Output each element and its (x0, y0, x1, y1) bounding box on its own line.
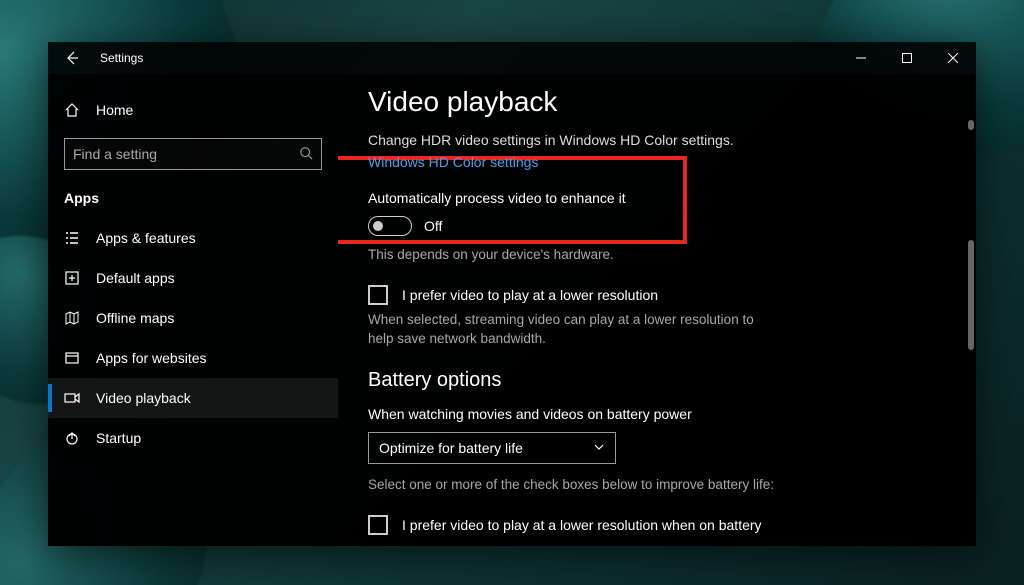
battery-dropdown-value: Optimize for battery life (379, 440, 523, 456)
search-box[interactable] (64, 138, 322, 170)
sidebar-item-label: Apps for websites (96, 350, 207, 366)
auto-enhance-toggle[interactable] (368, 216, 412, 236)
content-area: Video playback Change HDR video settings… (338, 74, 976, 546)
auto-enhance-hint: This depends on your device's hardware. (368, 246, 926, 265)
startup-icon (64, 430, 80, 446)
battery-label: When watching movies and videos on batte… (368, 406, 926, 422)
hdr-link[interactable]: Windows HD Color settings (368, 154, 538, 170)
sidebar-home[interactable]: Home (48, 90, 338, 130)
sidebar-item-video-playback[interactable]: Video playback (48, 378, 338, 418)
page-heading: Video playback (368, 86, 926, 118)
sidebar-home-label: Home (96, 102, 133, 118)
battery-hint: Select one or more of the check boxes be… (368, 476, 926, 495)
hdr-description: Change HDR video settings in Windows HD … (368, 132, 926, 148)
websites-icon (64, 350, 80, 366)
battery-heading: Battery options (368, 369, 926, 392)
titlebar: Settings (48, 42, 976, 74)
back-button[interactable] (48, 42, 96, 74)
sidebar-item-startup[interactable]: Startup (48, 418, 338, 458)
sidebar-item-apps-features[interactable]: Apps & features (48, 218, 338, 258)
sidebar-item-offline-maps[interactable]: Offline maps (48, 298, 338, 338)
battery-lowres-checkbox[interactable] (368, 515, 388, 535)
close-button[interactable] (930, 42, 976, 74)
home-icon (64, 102, 80, 118)
battery-dropdown[interactable]: Optimize for battery life (368, 432, 616, 464)
maximize-button[interactable] (884, 42, 930, 74)
sidebar-item-label: Video playback (96, 390, 191, 406)
sidebar-category: Apps (48, 182, 338, 218)
scrollbar[interactable] (964, 120, 974, 540)
search-icon (299, 146, 313, 163)
video-icon (64, 390, 80, 406)
sidebar-item-label: Offline maps (96, 310, 174, 326)
window-title: Settings (100, 51, 143, 65)
sidebar-item-label: Default apps (96, 270, 175, 286)
settings-window: Settings Home (48, 42, 976, 546)
battery-lowres-label: I prefer video to play at a lower resolu… (402, 517, 762, 533)
lowres-hint: When selected, streaming video can play … (368, 311, 768, 349)
search-input[interactable] (73, 146, 299, 162)
map-icon (64, 310, 80, 326)
auto-enhance-state: Off (424, 218, 442, 234)
sidebar-item-label: Startup (96, 430, 141, 446)
sidebar-item-default-apps[interactable]: Default apps (48, 258, 338, 298)
chevron-down-icon (593, 440, 605, 456)
auto-enhance-label: Automatically process video to enhance i… (368, 190, 926, 206)
sidebar-item-apps-for-websites[interactable]: Apps for websites (48, 338, 338, 378)
lowres-label: I prefer video to play at a lower resolu… (402, 287, 658, 303)
minimize-button[interactable] (838, 42, 884, 74)
default-apps-icon (64, 270, 80, 286)
lowres-checkbox[interactable] (368, 285, 388, 305)
sidebar: Home Apps Apps & features Default ap (48, 74, 338, 546)
sidebar-item-label: Apps & features (96, 230, 196, 246)
list-icon (64, 230, 80, 246)
